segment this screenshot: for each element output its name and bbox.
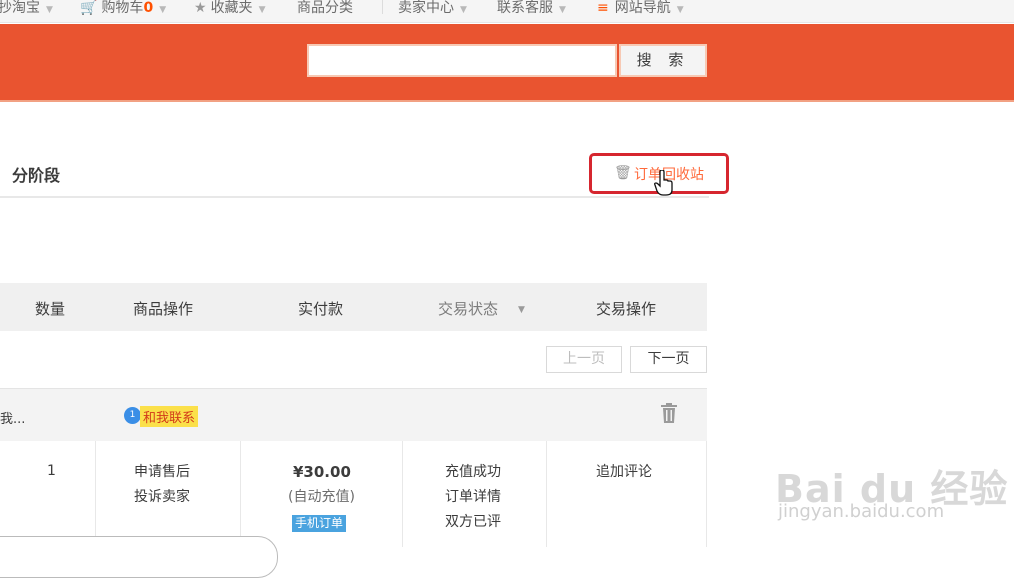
menu-icon: ≡ [597, 0, 609, 16]
nav-label: 商品分类 [297, 0, 353, 16]
col-paid: 实付款 [298, 300, 344, 318]
nav-item-seller-center[interactable]: 卖家中心 ▼ [398, 0, 467, 17]
chevron-down-icon: ▼ [46, 5, 53, 15]
nav-divider [382, 0, 383, 14]
seller-name[interactable]: 我... [0, 408, 25, 427]
nav-label: 联系客服 [497, 0, 553, 16]
delete-order-icon[interactable] [659, 403, 679, 427]
title-divider [0, 196, 709, 198]
mobile-order-badge: 手机订单 [292, 511, 347, 536]
order-details-link[interactable]: 订单详情 [445, 485, 501, 510]
prev-page-button[interactable]: 上一页 [546, 346, 622, 373]
cart-count: 0 [143, 0, 154, 16]
cell-divider [95, 441, 96, 547]
order-quantity: 1 [47, 463, 56, 479]
cell-divider [402, 441, 403, 547]
nav-label: 抄淘宝 [0, 0, 40, 16]
cell-divider [240, 441, 241, 547]
chevron-down-icon: ▼ [460, 5, 467, 15]
complain-seller-link[interactable]: 投诉卖家 [134, 485, 190, 510]
chat-icon[interactable]: 1 [124, 407, 141, 424]
nav-label: 购物车 [101, 0, 144, 16]
cell-divider [706, 441, 707, 547]
apply-after-sale-link[interactable]: 申请售后 [134, 460, 190, 485]
nav-label: 收藏夹 [210, 0, 253, 16]
trash-icon: 🗑 [614, 165, 632, 181]
callout-bubble [0, 536, 278, 578]
col-trade-status[interactable]: 交易状态 ▼ [438, 298, 525, 319]
add-review-link[interactable]: 追加评论 [596, 460, 652, 485]
nav-item-favorites[interactable]: ★ 收藏夹 ▼ [194, 0, 265, 17]
nav-label: 卖家中心 [398, 0, 454, 16]
order-price: ¥30.00 [293, 463, 351, 481]
review-status: 双方已评 [445, 514, 501, 530]
nav-item-cart[interactable]: 🛒 购物车0 ▼ [80, 0, 166, 17]
nav-item-categories[interactable]: 商品分类 [297, 0, 353, 17]
col-item-actions: 商品操作 [133, 300, 194, 318]
table-header: 数量 商品操作 实付款 交易状态 ▼ 交易操作 [0, 283, 707, 331]
col-quantity: 数量 [35, 300, 66, 318]
contact-seller-link[interactable]: 和我联系 [140, 406, 199, 427]
next-page-button[interactable]: 下一页 [630, 346, 707, 373]
chevron-down-icon: ▼ [159, 5, 167, 15]
price-note: (自动充值) [288, 489, 355, 505]
nav-item-customer-service[interactable]: 联系客服 ▼ [497, 0, 566, 17]
star-icon: ★ [194, 0, 207, 16]
cart-icon: 🛒 [80, 0, 98, 16]
nav-label: 网站导航 [614, 0, 671, 16]
trade-status: 充值成功 [445, 464, 501, 480]
nav-item-site-nav[interactable]: ≡ 网站导航 ▼ [597, 0, 684, 17]
search-button[interactable]: 搜 索 [619, 44, 707, 77]
order-header: 我... 1 和我联系 [0, 388, 707, 441]
cell-divider [546, 441, 547, 547]
mobile-order-tag: 手机订单 [292, 515, 347, 532]
col-trade-actions: 交易操作 [596, 300, 657, 318]
search-input[interactable] [307, 44, 617, 77]
nav-item-taobao[interactable]: 抄淘宝 ▼ [0, 0, 53, 17]
chevron-down-icon: ▼ [559, 5, 566, 15]
top-nav: 抄淘宝 ▼ 🛒 购物车0 ▼ ★ 收藏夹 ▼ 商品分类 卖家中心 ▼ 联系客服 ▼ ≡ 网站导航… [0, 0, 1014, 23]
watermark-url: jingyan.baidu.com [778, 501, 945, 522]
chevron-down-icon: ▼ [258, 5, 266, 15]
col-trade-status-label: 交易状态 [438, 300, 499, 318]
chevron-down-icon: ▼ [676, 5, 684, 15]
page-title: 分阶段 [12, 166, 61, 185]
caret-down-icon: ▼ [518, 305, 525, 315]
